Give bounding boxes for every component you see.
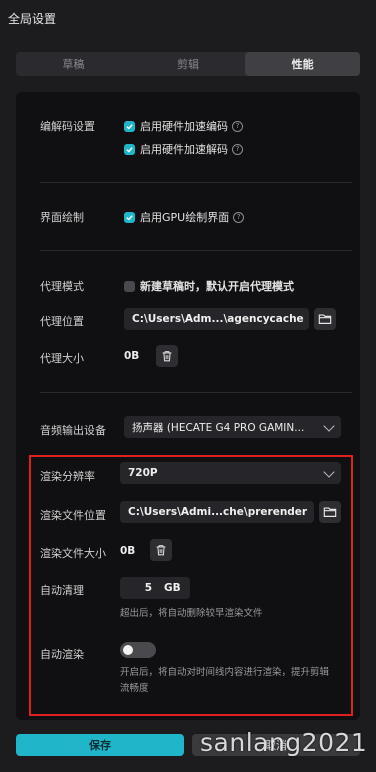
trash-icon (162, 351, 172, 362)
autoclean-value: 5 (144, 582, 152, 594)
tab-performance[interactable]: 性能 (245, 52, 361, 76)
divider (40, 182, 352, 183)
autorender-hint-line1: 开启后，将自动对时间线内容进行渲染，提升剪辑 (120, 667, 330, 678)
autoclean-hint: 超出后，将自动删除较早渲染文件 (120, 608, 263, 619)
audio-device-select[interactable]: 扬声器 (HECATE G4 PRO GAMIN... (124, 416, 341, 438)
proxy-mode-label: 代理模式 (40, 280, 84, 293)
render-clear-button[interactable] (150, 539, 172, 561)
checkbox-checked-icon (124, 120, 135, 132)
proxy-clear-button[interactable] (156, 345, 178, 367)
tab-edit[interactable]: 剪辑 (131, 52, 246, 76)
render-resolution-label: 渲染分辨率 (40, 470, 95, 483)
watermark-text: sanlang2021 (200, 728, 368, 757)
autoclean-input[interactable]: 5 GB (120, 577, 190, 599)
divider (40, 250, 352, 251)
tab-drafts[interactable]: 草稿 (16, 52, 131, 76)
hw-encode-checkbox[interactable]: 启用硬件加速编码 ? (124, 118, 243, 134)
save-button[interactable]: 保存 (16, 734, 184, 756)
gpu-render-label: 启用GPU绘制界面 (140, 211, 230, 224)
folder-icon (323, 507, 337, 517)
settings-tabs: 草稿 剪辑 性能 (16, 52, 361, 76)
autorender-label: 自动渲染 (40, 648, 84, 661)
checkbox-checked-icon (124, 143, 135, 155)
hw-decode-checkbox[interactable]: 启用硬件加速解码 ? (124, 141, 243, 157)
chevron-down-icon (323, 466, 335, 478)
info-icon[interactable]: ? (232, 120, 243, 132)
autorender-hint: 开启后，将自动对时间线内容进行渲染，提升剪辑 流畅度 (120, 665, 345, 697)
proxy-location-label: 代理位置 (40, 315, 84, 328)
autorender-toggle[interactable] (120, 642, 156, 658)
codec-label: 编解码设置 (40, 120, 95, 133)
ui-render-label: 界面绘制 (40, 211, 84, 224)
toggle-knob (123, 645, 133, 655)
folder-icon (318, 314, 332, 324)
audio-output-label: 音频输出设备 (40, 424, 106, 437)
hw-encode-label: 启用硬件加速编码 (140, 120, 228, 133)
gpu-render-checkbox[interactable]: 启用GPU绘制界面 ? (124, 209, 245, 225)
trash-icon (156, 545, 166, 556)
proxy-size-label: 代理大小 (40, 352, 84, 365)
render-size-label: 渲染文件大小 (40, 547, 106, 560)
divider (40, 392, 352, 393)
autoclean-unit: GB (164, 582, 181, 594)
hw-decode-label: 启用硬件加速解码 (140, 143, 228, 156)
render-location-field[interactable]: C:\Users\Admi...che\prerender (120, 501, 314, 523)
render-location-label: 渲染文件位置 (40, 509, 106, 522)
render-size-value: 0B (120, 545, 136, 557)
proxy-folder-button[interactable] (314, 308, 336, 330)
proxy-mode-checkbox[interactable]: 新建草稿时，默认开启代理模式 (124, 278, 294, 294)
render-folder-button[interactable] (319, 501, 341, 523)
chevron-down-icon (323, 420, 335, 432)
info-icon[interactable]: ? (233, 211, 245, 223)
proxy-location-field[interactable]: C:\Users\Adm...\agencycache (124, 308, 309, 330)
render-resolution-value: 720P (128, 467, 158, 479)
window-title: 全局设置 (8, 12, 57, 26)
render-resolution-select[interactable]: 720P (120, 462, 341, 484)
proxy-size-value: 0B (124, 350, 140, 362)
audio-device-value: 扬声器 (HECATE G4 PRO GAMIN... (132, 421, 305, 434)
proxy-mode-option-label: 新建草稿时，默认开启代理模式 (140, 280, 294, 293)
info-icon[interactable]: ? (232, 143, 243, 155)
checkbox-checked-icon (124, 211, 135, 223)
checkbox-unchecked-icon (124, 280, 135, 292)
autoclean-label: 自动清理 (40, 584, 84, 597)
autorender-hint-line2: 流畅度 (120, 683, 149, 694)
